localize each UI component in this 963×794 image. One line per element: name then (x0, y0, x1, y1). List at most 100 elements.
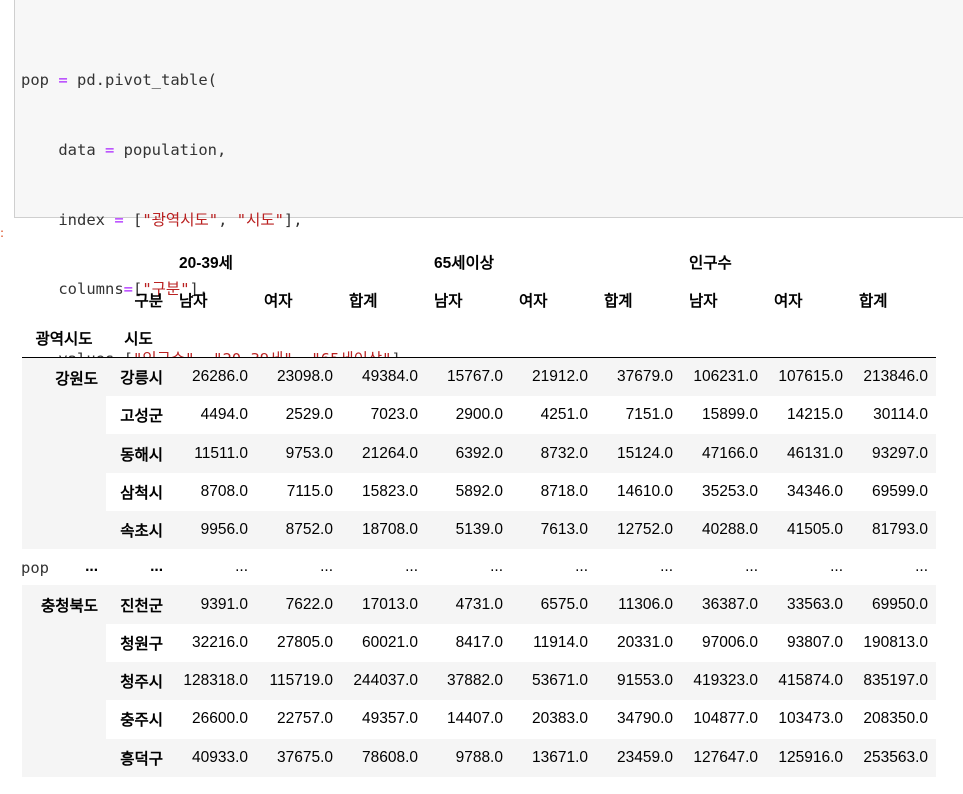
table-row: 고성군 4494.0 2529.0 7023.0 2900.0 4251.0 7151.0 1… (22, 396, 936, 434)
table-cell: 2900.0 (455, 406, 503, 424)
table-cell: 7622.0 (285, 595, 333, 613)
ellipsis-cell: ... (320, 558, 333, 576)
column-subheader: 남자 (689, 293, 718, 311)
table-cell: 49357.0 (361, 710, 418, 728)
header-row-groups: 20-39세 65세이상 인구수 (22, 243, 936, 281)
ellipsis-index: ... (85, 558, 98, 576)
table-cell: 104877.0 (693, 710, 758, 728)
row-index-sido: 동해시 (120, 446, 163, 464)
ellipsis-cell: ... (915, 558, 928, 576)
table-row: 청주시 128318.0 115719.0 244037.0 37882.0 53671.… (22, 661, 936, 701)
row-index-sido: 속초시 (120, 523, 163, 541)
table-cell: 37882.0 (446, 672, 503, 690)
table-cell: 22757.0 (276, 710, 333, 728)
table-cell: 8732.0 (540, 444, 588, 462)
table-cell: 78608.0 (361, 748, 418, 766)
table-row: 삼척시 8708.0 7115.0 15823.0 5892.0 8718.0 14610.… (22, 473, 936, 511)
code-cell[interactable]: pop = pd.pivot_table( data = population,… (14, 0, 963, 577)
column-subheader: 여자 (774, 293, 803, 311)
table-cell: 69599.0 (871, 482, 928, 500)
row-index-sido: 강릉시 (120, 370, 163, 388)
table-cell: 40288.0 (701, 521, 758, 539)
table-cell: 8417.0 (455, 633, 503, 651)
row-index-sido: 삼척시 (120, 484, 163, 502)
ellipsis-index: ... (150, 558, 163, 576)
header-row-index-names: 광역시도 시도 (22, 320, 936, 358)
column-subheader: 여자 (519, 293, 548, 311)
ellipsis-cell: ... (660, 558, 673, 576)
header-blank (596, 320, 681, 358)
header-blank (851, 320, 936, 358)
table-cell: 15767.0 (446, 368, 503, 386)
table-cell: 34790.0 (616, 710, 673, 728)
table-row: 강원도 강릉시 26286.0 23098.0 49384.0 15767.0 21912.… (22, 357, 936, 397)
ellipsis-cell: ... (405, 558, 418, 576)
table-cell: 13671.0 (531, 748, 588, 766)
row-index-sido: 고성군 (120, 408, 163, 426)
table-cell: 103473.0 (778, 710, 843, 728)
table-cell: 91553.0 (616, 672, 673, 690)
table-cell: 69950.0 (871, 595, 928, 613)
table-cell: 34346.0 (786, 482, 843, 500)
table-cell: 46131.0 (786, 444, 843, 462)
table-cell: 36387.0 (701, 595, 758, 613)
table-cell: 7151.0 (625, 406, 673, 424)
header-blank (22, 281, 106, 319)
table-cell: 14215.0 (786, 406, 843, 424)
table-cell: 81793.0 (871, 521, 928, 539)
table-cell: 5892.0 (455, 482, 503, 500)
row-index-sido: 흥덕구 (120, 750, 163, 768)
dataframe-table: 20-39세 65세이상 인구수 구분 남자 여자 합계 남자 여자 합계 남자… (22, 243, 936, 777)
table-cell: 14407.0 (446, 710, 503, 728)
table-cell: 14610.0 (616, 482, 673, 500)
row-index-sido: 진천군 (120, 597, 163, 615)
table-cell: 15124.0 (616, 444, 673, 462)
table-cell: 8718.0 (540, 482, 588, 500)
column-subheader: 합계 (859, 293, 888, 311)
table-cell: 115719.0 (269, 672, 334, 690)
table-cell: 4731.0 (455, 595, 503, 613)
table-row: 동해시 11511.0 9753.0 21264.0 6392.0 8732.0 15124… (22, 434, 936, 473)
table-cell: 106231.0 (693, 368, 758, 386)
column-subheader: 남자 (434, 293, 463, 311)
table-cell: 9753.0 (285, 444, 333, 462)
table-cell: 21912.0 (531, 368, 588, 386)
table-cell: 11511.0 (194, 444, 248, 462)
table-cell: 97006.0 (701, 633, 758, 651)
table-cell: 244037.0 (353, 672, 418, 690)
table-cell: 15823.0 (361, 482, 418, 500)
row-index-sido: 청원구 (120, 635, 163, 653)
table-row: 속초시 9956.0 8752.0 18708.0 5139.0 7613.0 12752.… (22, 511, 936, 550)
table-cell: 49384.0 (361, 368, 418, 386)
table-cell: 4494.0 (200, 406, 248, 424)
table-cell: 8708.0 (200, 482, 248, 500)
table-cell: 7115.0 (286, 482, 333, 500)
table-row: 흥덕구 40933.0 37675.0 78608.0 9788.0 13671.0 234… (22, 738, 936, 777)
table-cell: 127647.0 (693, 748, 758, 766)
table-cell: 2529.0 (285, 406, 333, 424)
row-index-sido: 청주시 (120, 674, 163, 692)
code-line: pop = pd.pivot_table( (21, 71, 217, 90)
table-row: 충청북도 진천군 9391.0 7622.0 17013.0 4731.0 6575.0 11… (22, 585, 936, 624)
table-cell: 35253.0 (701, 482, 758, 500)
table-cell: 7613.0 (540, 521, 588, 539)
ellipsis-cell: ... (575, 558, 588, 576)
table-cell: 26286.0 (191, 368, 248, 386)
table-cell: 60021.0 (361, 633, 418, 651)
table-cell: 37679.0 (616, 368, 673, 386)
table-cell: 11914.0 (533, 633, 588, 651)
ellipsis-cell: ... (830, 558, 843, 576)
table-cell: 41505.0 (786, 521, 843, 539)
index-name: 시도 (124, 331, 153, 349)
column-group-header: 65세이상 (434, 255, 495, 273)
column-subheader: 합계 (349, 293, 378, 311)
table-cell: 419323.0 (693, 672, 758, 690)
header-row-subcolumns: 구분 남자 여자 합계 남자 여자 합계 남자 여자 합계 (22, 281, 936, 319)
ellipsis-cell: ... (490, 558, 503, 576)
table-cell: 9956.0 (200, 521, 248, 539)
table-cell: 5139.0 (455, 521, 503, 539)
table-cell: 9391.0 (200, 595, 248, 613)
table-body: 강원도 강릉시 26286.0 23098.0 49384.0 15767.0 21912.… (22, 357, 936, 777)
table-cell: 40933.0 (191, 748, 248, 766)
header-blank (171, 320, 256, 358)
